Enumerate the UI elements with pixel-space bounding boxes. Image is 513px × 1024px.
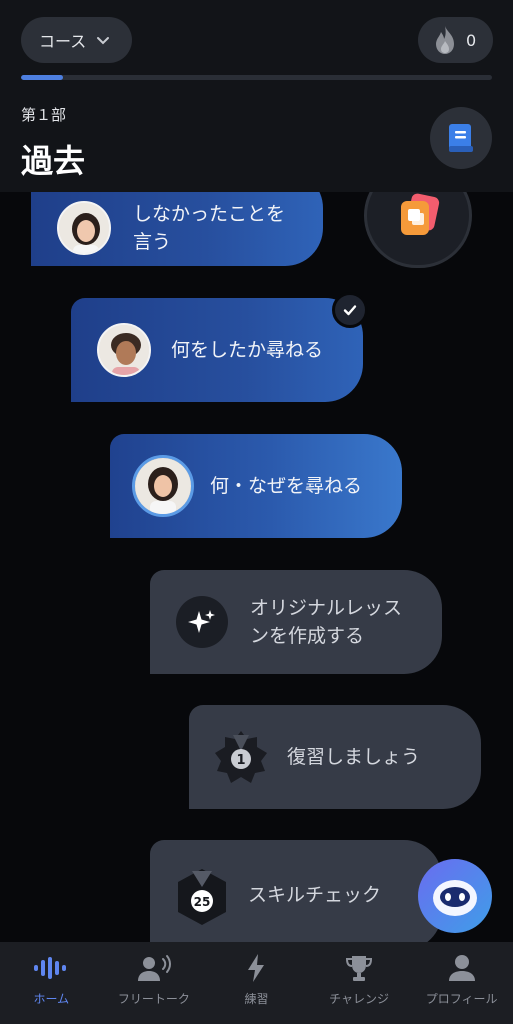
part-label: 第１部 bbox=[21, 106, 67, 124]
tab-challenge[interactable]: チャレンジ bbox=[308, 942, 411, 1024]
lesson-label: ンを作成する bbox=[250, 625, 365, 647]
hex-badge-icon: 25 bbox=[174, 867, 230, 925]
tab-label: フリートーク bbox=[117, 992, 190, 1006]
lesson-label: 復習しましょう bbox=[287, 746, 421, 768]
avatar-woman bbox=[57, 201, 111, 255]
course-selector-button[interactable]: コース bbox=[21, 17, 132, 63]
lesson-label: 何・なぜを尋ねる bbox=[210, 475, 363, 497]
guidebook-button[interactable] bbox=[430, 107, 492, 169]
tab-label: 練習 bbox=[244, 992, 269, 1006]
tab-free-talk[interactable]: フリートーク bbox=[103, 942, 206, 1024]
tab-profile[interactable]: プロフィール bbox=[410, 942, 513, 1024]
lesson-bubble-create-original[interactable]: オリジナルレッス ンを作成する bbox=[150, 570, 442, 674]
tab-label: ホーム bbox=[33, 992, 70, 1006]
book-icon bbox=[449, 124, 473, 152]
bottom-tab-bar: ホーム フリートーク 練習 チャレンジ プロフィール bbox=[0, 942, 513, 1024]
completed-badge bbox=[332, 292, 368, 328]
flashcards-icon bbox=[401, 193, 440, 235]
tab-practice[interactable]: 練習 bbox=[205, 942, 308, 1024]
lesson-label: 何をしたか尋ねる bbox=[171, 339, 324, 361]
lesson-bubble-ask-what-did[interactable]: 何をしたか尋ねる bbox=[71, 298, 363, 402]
waveform-icon bbox=[33, 952, 69, 984]
lesson-label: オリジナルレッス bbox=[250, 597, 403, 619]
lightning-icon bbox=[238, 952, 274, 984]
top-header: コース 0 第１部 過去 bbox=[0, 0, 513, 192]
lesson-bubble-skill-check[interactable]: 25 スキルチェック bbox=[150, 840, 442, 950]
lesson-label: 言う bbox=[133, 231, 172, 253]
course-label: コース bbox=[39, 32, 87, 51]
lesson-label: スキルチェック bbox=[248, 884, 382, 906]
streak-count: 0 bbox=[466, 30, 477, 50]
ai-assistant-button[interactable] bbox=[418, 859, 492, 933]
lesson-bubble-review[interactable]: 1 復習しましょう bbox=[189, 705, 481, 809]
streak-counter[interactable]: 0 bbox=[418, 17, 493, 63]
page-title: 過去 bbox=[21, 142, 86, 180]
course-progress-bar bbox=[21, 75, 492, 80]
lesson-label: しなかったことを bbox=[133, 203, 286, 225]
checkmark-icon bbox=[343, 305, 357, 316]
course-progress-fill bbox=[21, 75, 64, 80]
lesson-bubble-ask-what-why[interactable]: 何・なぜを尋ねる bbox=[110, 434, 402, 538]
trophy-icon bbox=[341, 952, 377, 984]
chevron-down-icon bbox=[97, 37, 110, 45]
robot-face-icon bbox=[433, 880, 477, 916]
tab-label: プロフィール bbox=[425, 992, 498, 1006]
person-icon bbox=[444, 952, 480, 984]
flame-icon bbox=[436, 26, 454, 54]
avatar-woman-current bbox=[132, 455, 194, 517]
tab-home[interactable]: ホーム bbox=[0, 942, 103, 1024]
badge-number: 25 bbox=[194, 895, 211, 909]
speaking-person-icon bbox=[136, 952, 172, 984]
sparkle-icon bbox=[176, 596, 228, 648]
medal-badge-icon: 1 bbox=[213, 729, 269, 785]
tab-label: チャレンジ bbox=[329, 992, 390, 1006]
badge-number: 1 bbox=[236, 753, 245, 768]
avatar-man bbox=[97, 323, 151, 377]
